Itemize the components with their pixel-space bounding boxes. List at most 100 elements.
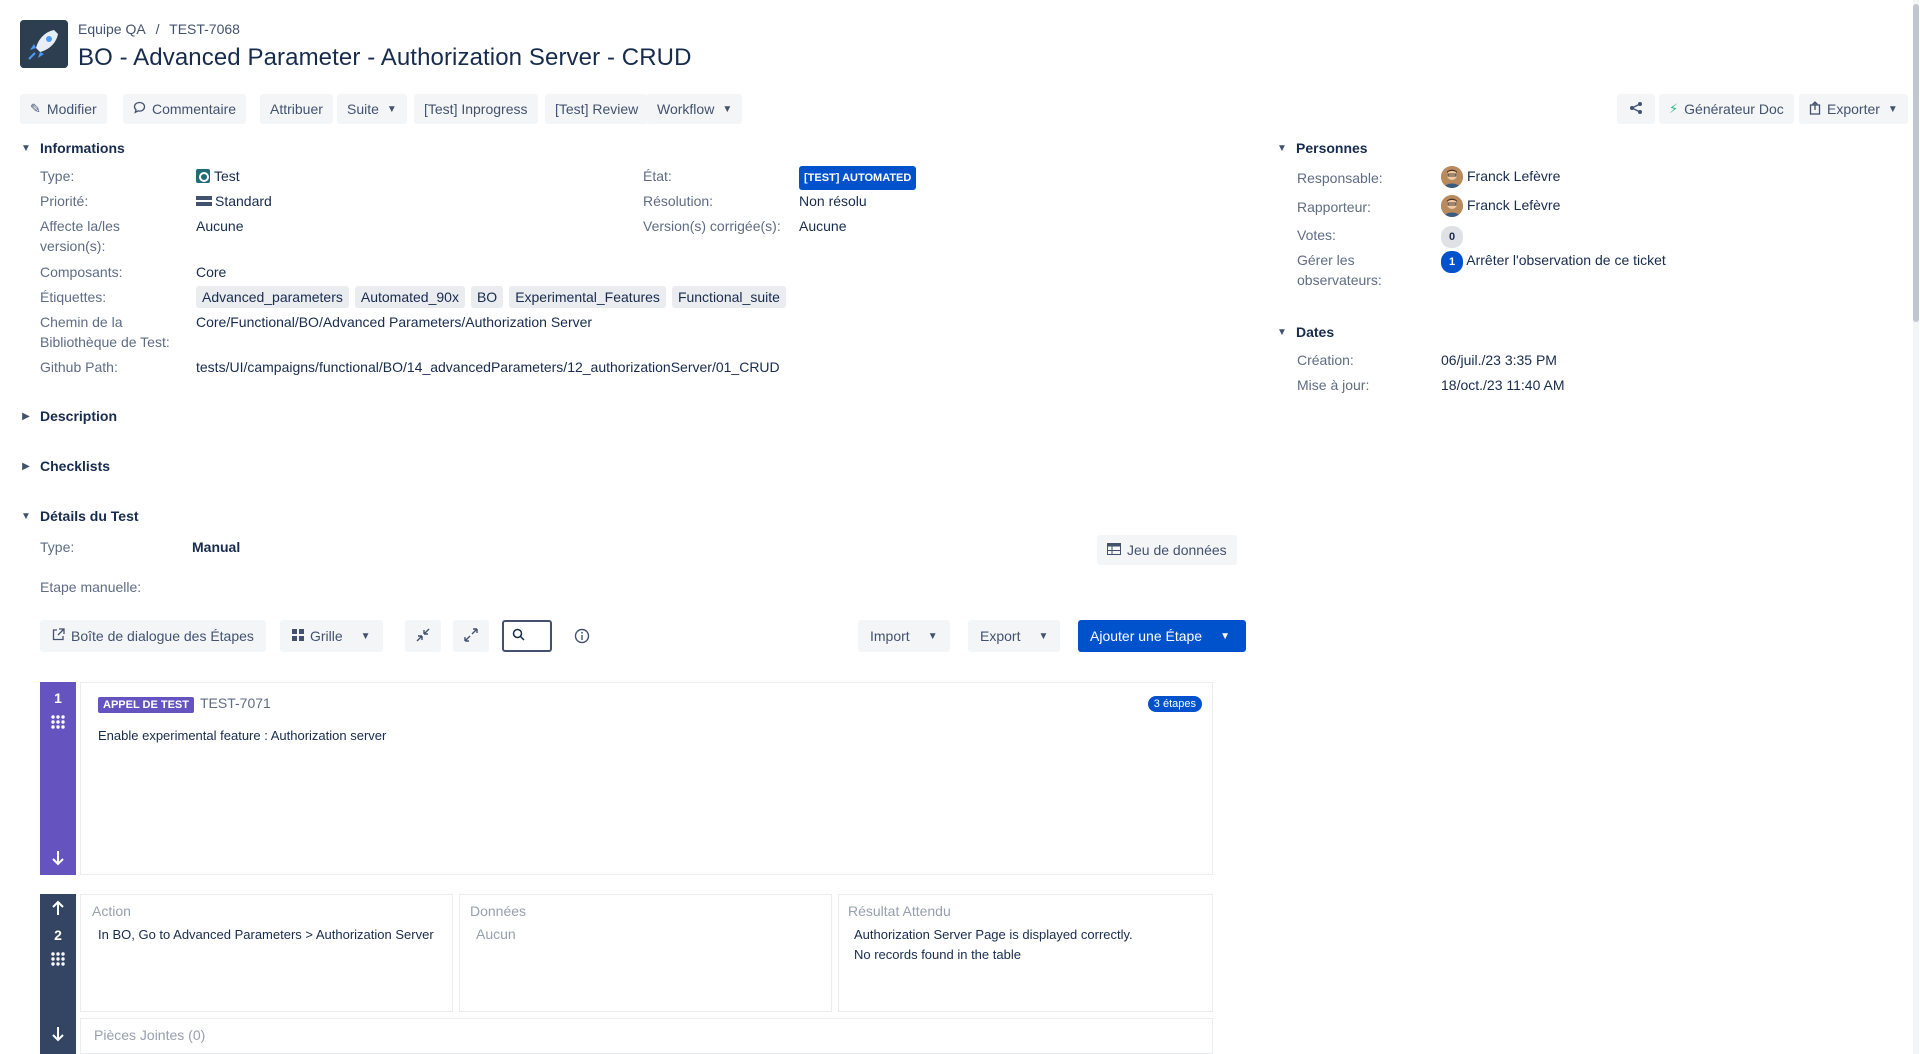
type-value: Test <box>196 166 240 186</box>
lightning-icon: ⚡ <box>1669 101 1679 116</box>
add-step-label: Ajouter une Étape <box>1090 628 1203 644</box>
dataset-button-label: Jeu de données <box>1127 542 1227 558</box>
step-2-action-cell[interactable]: Action In BO, Go to Advanced Parameters … <box>80 894 453 1012</box>
votes-label: Votes: <box>1297 227 1336 243</box>
export-steps-button[interactable]: Export ▼ <box>968 620 1061 652</box>
move-down-icon[interactable] <box>51 1026 65 1045</box>
step-2-data-cell[interactable]: Données Aucun <box>459 894 832 1012</box>
type-label: Type: <box>40 168 75 184</box>
steps-search-input[interactable] <box>502 620 552 652</box>
move-down-icon[interactable] <box>51 850 65 869</box>
steps-dialog-button[interactable]: Boîte de dialogue des Étapes <box>40 620 266 652</box>
breadcrumb-issue[interactable]: TEST-7068 <box>169 21 240 37</box>
chevron-down-icon: ▼ <box>1038 630 1049 642</box>
reporter-value[interactable]: Franck Lefèvre <box>1441 195 1560 218</box>
test-type-value[interactable]: Manual <box>192 537 240 557</box>
label-tag[interactable]: Advanced_parameters <box>196 286 349 308</box>
comment-button[interactable]: Commentaire <box>123 94 247 124</box>
dates-section-toggle[interactable]: ▼ Dates <box>1276 324 1334 340</box>
transition-inprogress-button[interactable]: [Test] Inprogress <box>414 94 538 124</box>
move-up-icon[interactable] <box>51 900 65 919</box>
updated-value: 18/oct./23 11:40 AM <box>1441 377 1565 393</box>
votes-value[interactable]: 0 <box>1441 225 1464 248</box>
test-library-path-value: Core/Functional/BO/Advanced Parameters/A… <box>196 314 593 330</box>
import-button-label: Import <box>870 628 910 644</box>
components-value[interactable]: Core <box>196 262 226 282</box>
test-details-section-toggle[interactable]: ▼ Détails du Test <box>20 508 139 524</box>
steps-dialog-label: Boîte de dialogue des Étapes <box>71 628 254 644</box>
assignee-label: Responsable: <box>1297 170 1383 186</box>
step-2-handle[interactable]: 2 <box>40 894 76 1054</box>
components-label: Composants: <box>40 264 123 280</box>
doc-generator-label: Générateur Doc <box>1684 101 1784 117</box>
dates-heading: Dates <box>1296 324 1335 340</box>
dataset-button[interactable]: Jeu de données <box>1097 535 1237 565</box>
label-tag[interactable]: Experimental_Features <box>509 286 666 308</box>
status-lozenge[interactable]: [TEST] AUTOMATED <box>799 166 917 190</box>
updated-label: Mise à jour: <box>1297 377 1370 393</box>
expand-all-button[interactable] <box>453 620 489 652</box>
watchers-count-badge[interactable]: 1 <box>1441 251 1464 273</box>
test-type-label: Type: <box>40 539 75 555</box>
info-icon[interactable] <box>574 628 590 647</box>
reporter-label: Rapporteur: <box>1297 199 1371 215</box>
step-1-handle[interactable]: 1 <box>40 682 76 875</box>
step-2-attachments[interactable]: Pièces Jointes (0) <box>80 1018 1213 1054</box>
steps-count-badge[interactable]: 3 étapes <box>1147 696 1202 712</box>
more-button-label: Suite <box>347 101 379 117</box>
description-section-toggle[interactable]: ▶ Description <box>20 408 117 424</box>
avatar <box>1441 166 1463 189</box>
grid-view-label: Grille <box>310 628 343 644</box>
share-icon <box>1629 101 1643 118</box>
assignee-name: Franck Lefèvre <box>1467 168 1561 184</box>
search-icon <box>512 628 525 644</box>
page-title: BO - Advanced Parameter - Authorization … <box>78 44 692 71</box>
collapse-all-button[interactable] <box>405 620 441 652</box>
import-button[interactable]: Import ▼ <box>858 620 950 652</box>
comment-button-label: Commentaire <box>152 101 237 117</box>
label-tag[interactable]: BO <box>470 286 504 308</box>
workflow-button[interactable]: Workflow ▼ <box>647 94 743 124</box>
step-2-result-cell[interactable]: Résultat Attendu Authorization Server Pa… <box>838 894 1213 1012</box>
share-button[interactable] <box>1617 94 1655 124</box>
priority-label: Priorité: <box>40 193 89 209</box>
collapse-icon <box>416 628 430 645</box>
checklists-heading: Checklists <box>40 458 111 474</box>
drag-handle-icon[interactable] <box>50 714 66 733</box>
informations-section-toggle[interactable]: ▼ Informations <box>20 140 125 156</box>
project-avatar[interactable] <box>20 20 68 68</box>
called-test-key[interactable]: TEST-7071 <box>200 695 271 711</box>
external-link-icon <box>52 628 65 644</box>
export-button[interactable]: Exporter ▼ <box>1799 94 1908 124</box>
people-heading: Personnes <box>1296 140 1368 156</box>
test-details-heading: Détails du Test <box>40 508 139 524</box>
grid-view-button[interactable]: Grille ▼ <box>280 620 383 652</box>
add-step-button[interactable]: Ajouter une Étape ▼ <box>1078 620 1246 652</box>
label-tag[interactable]: Automated_90x <box>354 286 465 308</box>
export-steps-label: Export <box>980 628 1021 644</box>
doc-generator-button[interactable]: ⚡ Générateur Doc <box>1659 94 1794 124</box>
scrollbar-thumb[interactable] <box>1913 4 1919 322</box>
step-result-line-1: Authorization Server Page is displayed c… <box>854 927 1133 942</box>
transition-review-button[interactable]: [Test] Review <box>545 94 649 124</box>
stop-watching-link[interactable]: Arrêter l'observation de ce ticket <box>1466 252 1666 268</box>
edit-button[interactable]: ✎ Modifier <box>20 94 107 124</box>
more-button[interactable]: Suite ▼ <box>337 94 407 124</box>
step-number: 2 <box>54 927 62 943</box>
workflow-button-label: Workflow <box>657 101 715 117</box>
priority-value: Standard <box>196 191 272 211</box>
assignee-value[interactable]: Franck Lefèvre <box>1441 166 1561 189</box>
breadcrumb-project[interactable]: Equipe QA <box>78 21 146 37</box>
attachments-label: Pièces Jointes (0) <box>94 1027 206 1043</box>
page-scrollbar[interactable] <box>1913 0 1919 1054</box>
label-tag[interactable]: Functional_suite <box>671 286 786 308</box>
drag-handle-icon[interactable] <box>50 951 66 970</box>
checklists-section-toggle[interactable]: ▶ Checklists <box>20 458 110 474</box>
step-action-text: In BO, Go to Advanced Parameters > Autho… <box>98 927 434 942</box>
issue-toolbar: ✎ Modifier Commentaire Attribuer Suite ▼… <box>20 94 1908 124</box>
expand-icon <box>464 627 478 645</box>
assign-button[interactable]: Attribuer <box>260 94 333 124</box>
affects-versions-label-line2: version(s): <box>40 238 106 254</box>
people-section-toggle[interactable]: ▼ Personnes <box>1276 140 1368 156</box>
type-value-text: Test <box>214 168 240 184</box>
